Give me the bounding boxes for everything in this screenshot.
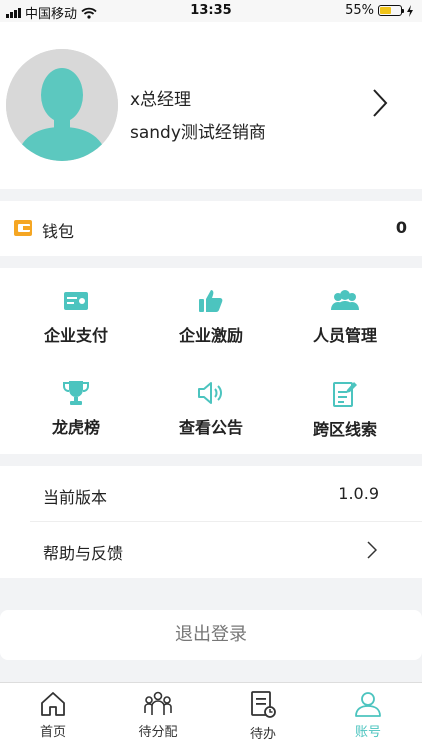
charging-bolt-icon — [407, 4, 413, 17]
tab-todo[interactable]: 待办 — [218, 691, 308, 742]
wallet-row[interactable]: 钱包 0 — [0, 201, 422, 256]
tab-label: 待办 — [249, 727, 276, 742]
default-person-icon — [6, 49, 118, 161]
grid-label: 企业激励 — [178, 326, 243, 345]
people-icon — [331, 290, 359, 310]
chevron-right-icon — [367, 541, 377, 559]
tab-home[interactable]: 首页 — [8, 691, 98, 740]
grid-item-cross-region-leads[interactable]: 跨区线索 — [275, 380, 415, 440]
home-icon — [41, 692, 65, 716]
avatar — [6, 49, 118, 161]
profile-company: sandy测试经销商 — [130, 123, 266, 143]
tab-label: 首页 — [39, 725, 66, 740]
settings-list: 当前版本 1.0.9 帮助与反馈 — [0, 466, 422, 578]
version-row: 当前版本 1.0.9 — [0, 466, 422, 522]
version-value: 1.0.9 — [338, 484, 379, 503]
tab-label: 待分配 — [138, 725, 178, 740]
grid-label: 查看公告 — [178, 418, 243, 437]
speaker-icon — [198, 382, 222, 404]
logout-button[interactable]: 退出登录 — [0, 610, 422, 660]
trophy-icon — [63, 381, 89, 405]
battery-icon — [378, 5, 404, 16]
battery-percent: 55% — [345, 3, 374, 18]
account-icon — [355, 692, 381, 717]
grid-label: 企业支付 — [43, 326, 108, 345]
grid-item-announcements[interactable]: 查看公告 — [141, 380, 281, 438]
function-grid: 企业支付 企业激励 人员管理 龙虎榜 查看公告 跨区线索 — [0, 268, 422, 454]
help-feedback-row[interactable]: 帮助与反馈 — [0, 522, 422, 578]
grid-item-staff-management[interactable]: 人员管理 — [275, 288, 415, 346]
edit-document-icon — [333, 382, 357, 407]
thumbs-up-icon — [199, 290, 223, 312]
battery-level — [380, 7, 391, 14]
team-icon — [144, 691, 172, 715]
grid-item-leaderboard[interactable]: 龙虎榜 — [6, 380, 146, 438]
grid-label: 跨区线索 — [312, 420, 377, 439]
chevron-right-icon[interactable] — [372, 88, 388, 118]
profile-card[interactable]: x总经理 sandy测试经销商 — [0, 22, 422, 189]
grid-item-enterprise-payment[interactable]: 企业支付 — [6, 288, 146, 346]
status-bar: 中国移动 13:35 55% — [0, 0, 422, 22]
wallet-icon — [14, 220, 32, 236]
help-feedback-label: 帮助与反馈 — [43, 544, 124, 563]
card-icon — [64, 292, 88, 310]
version-label: 当前版本 — [43, 488, 108, 507]
wallet-label: 钱包 — [42, 222, 75, 241]
tab-account[interactable]: 账号 — [323, 691, 413, 740]
wallet-balance: 0 — [395, 218, 407, 237]
tab-pending-assignment[interactable]: 待分配 — [113, 691, 203, 740]
grid-item-enterprise-incentive[interactable]: 企业激励 — [141, 288, 281, 346]
grid-label: 人员管理 — [312, 326, 377, 345]
todo-icon — [251, 691, 276, 718]
tab-label: 账号 — [354, 725, 381, 740]
grid-label: 龙虎榜 — [51, 418, 100, 437]
tab-bar: 首页 待分配 待办 账号 — [0, 682, 422, 750]
profile-title: x总经理 — [130, 90, 192, 110]
